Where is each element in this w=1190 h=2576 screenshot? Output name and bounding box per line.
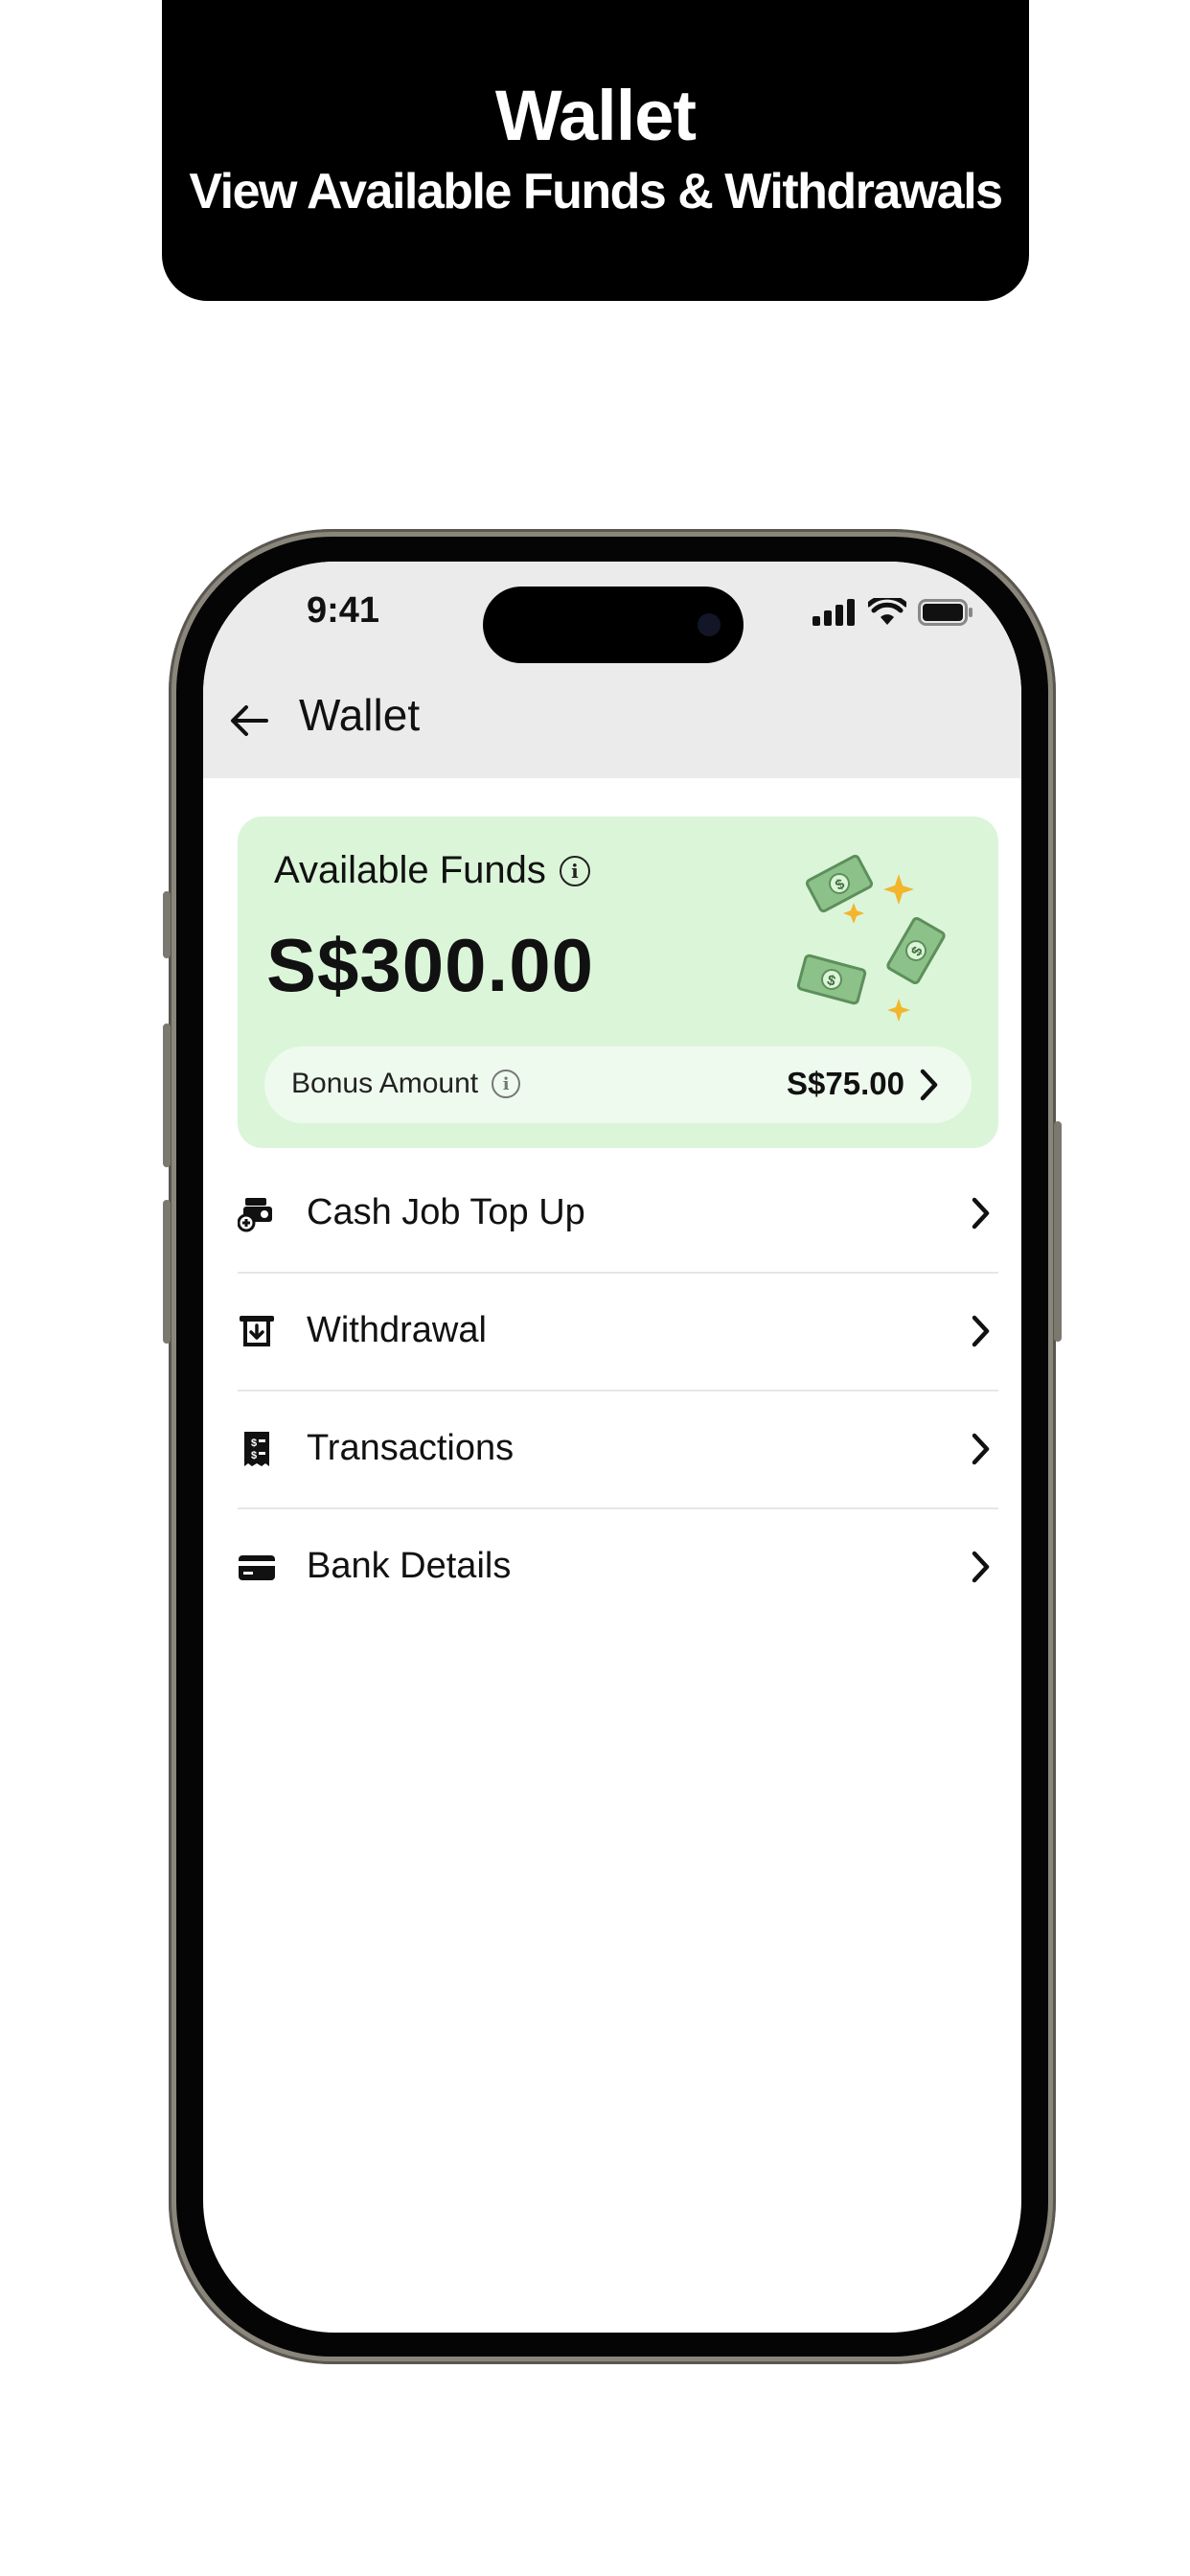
chevron-right-icon [972, 1551, 990, 1583]
banner-subtitle: View Available Funds & Withdrawals [189, 164, 1003, 219]
bonus-amount-label: Bonus Amount [291, 1068, 479, 1099]
available-funds-label-row: Available Funds i [274, 849, 590, 892]
bonus-info-icon[interactable]: i [492, 1070, 521, 1098]
phone-screen: 9:41 Wallet Available Funds i S$300.00 $… [203, 562, 1021, 2333]
available-funds-label: Available Funds [274, 849, 546, 891]
banner-title: Wallet [494, 76, 697, 155]
page-title: Wallet [299, 690, 421, 740]
bonus-amount-label-row: Bonus Amount i [291, 1068, 521, 1100]
wifi-icon [868, 598, 906, 625]
promo-banner: Wallet View Available Funds & Withdrawal… [162, 0, 1029, 301]
app-header: 9:41 Wallet [203, 562, 1021, 778]
menu-label: Cash Job Top Up [307, 1192, 585, 1232]
available-funds-amount: S$300.00 [266, 923, 594, 1007]
dynamic-island [483, 586, 744, 663]
action-button [163, 891, 171, 958]
signal-icon [812, 599, 855, 626]
credit-card-icon [239, 1555, 275, 1580]
volume-down-button [163, 1200, 171, 1344]
info-icon[interactable]: i [559, 855, 590, 886]
arrow-left-icon [231, 705, 268, 736]
menu-item-transactions[interactable]: $ $ Transactions [238, 1392, 998, 1509]
available-funds-card: Available Funds i S$300.00 $ $ $ Bonus A… [238, 816, 998, 1148]
flying-money-icon: $ $ $ [796, 855, 946, 1022]
front-camera [698, 613, 721, 636]
status-time: 9:41 [307, 590, 380, 631]
svg-text:$: $ [251, 1438, 257, 1449]
status-icons [812, 598, 973, 627]
chevron-right-icon [972, 1315, 990, 1347]
svg-text:$: $ [251, 1450, 257, 1461]
menu-item-cash-job-top-up[interactable]: Cash Job Top Up [238, 1156, 998, 1274]
menu-item-withdrawal[interactable]: Withdrawal [238, 1274, 998, 1392]
volume-up-button [163, 1024, 171, 1167]
menu-label: Bank Details [307, 1546, 512, 1586]
receipt-icon: $ $ [244, 1432, 269, 1466]
battery-icon [918, 599, 973, 626]
bonus-amount-row[interactable]: Bonus Amount i S$75.00 [264, 1046, 972, 1123]
menu-label: Transactions [307, 1428, 515, 1468]
chevron-right-icon [972, 1433, 990, 1465]
cash-topup-icon [238, 1198, 272, 1232]
power-button [1054, 1121, 1062, 1342]
back-button[interactable] [226, 698, 272, 744]
menu-item-bank-details[interactable]: Bank Details [238, 1509, 998, 1625]
menu-label: Withdrawal [307, 1310, 487, 1350]
chevron-right-icon [920, 1069, 938, 1101]
wallet-menu-list: Cash Job Top Up Withdrawal $ $ Transacti… [238, 1156, 998, 1625]
bonus-amount-value: S$75.00 [787, 1066, 904, 1101]
atm-withdrawal-icon [240, 1316, 274, 1346]
chevron-right-icon [972, 1197, 990, 1230]
